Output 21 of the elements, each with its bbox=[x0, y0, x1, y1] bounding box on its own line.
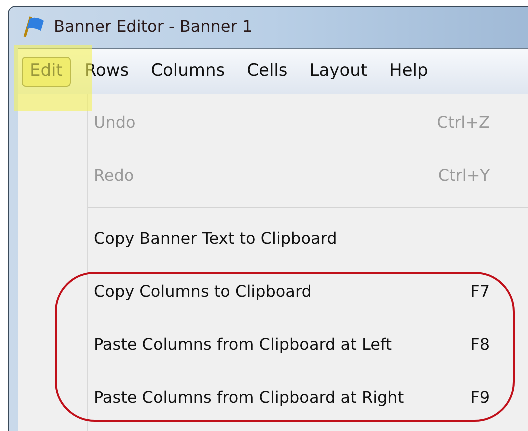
shortcut-label: Ctrl+Z bbox=[437, 112, 490, 134]
menu-bar-item[interactable]: Rows bbox=[76, 56, 138, 86]
menu-item[interactable]: Copy Banner Text to Clipboard bbox=[88, 212, 528, 265]
menu-item-label: Undo bbox=[94, 112, 136, 134]
menu-item-label: Copy Banner Text to Clipboard bbox=[94, 228, 338, 250]
menu-item-label: Paste Columns from Clipboard at Left bbox=[94, 334, 392, 356]
menu-item-label: Copy Columns to Clipboard bbox=[94, 280, 312, 302]
menu-bar-item[interactable]: Help bbox=[382, 56, 436, 86]
window-title: Banner Editor - Banner 1 bbox=[54, 16, 253, 38]
menu-item[interactable]: Copy Columns to Clipboard F7 bbox=[88, 265, 528, 318]
menu-item-label: Paste Columns from Clipboard at Right bbox=[94, 386, 404, 408]
shortcut-label: F8 bbox=[470, 334, 490, 356]
menu-item-label: Redo bbox=[94, 164, 134, 186]
menu-item[interactable]: Paste Columns from Clipboard at Right F9 bbox=[88, 371, 528, 424]
shortcut-label: F7 bbox=[470, 280, 490, 302]
shortcut-label: Ctrl+Y bbox=[438, 164, 490, 186]
menu-bar-item[interactable]: Layout bbox=[302, 56, 376, 86]
menu-bar-item[interactable]: Columns bbox=[143, 56, 234, 86]
shortcut-label: F9 bbox=[470, 386, 490, 408]
menu-item[interactable]: Paste Columns from Clipboard at Left F8 bbox=[88, 318, 528, 371]
menu-bar-item[interactable]: Cells bbox=[239, 56, 296, 86]
